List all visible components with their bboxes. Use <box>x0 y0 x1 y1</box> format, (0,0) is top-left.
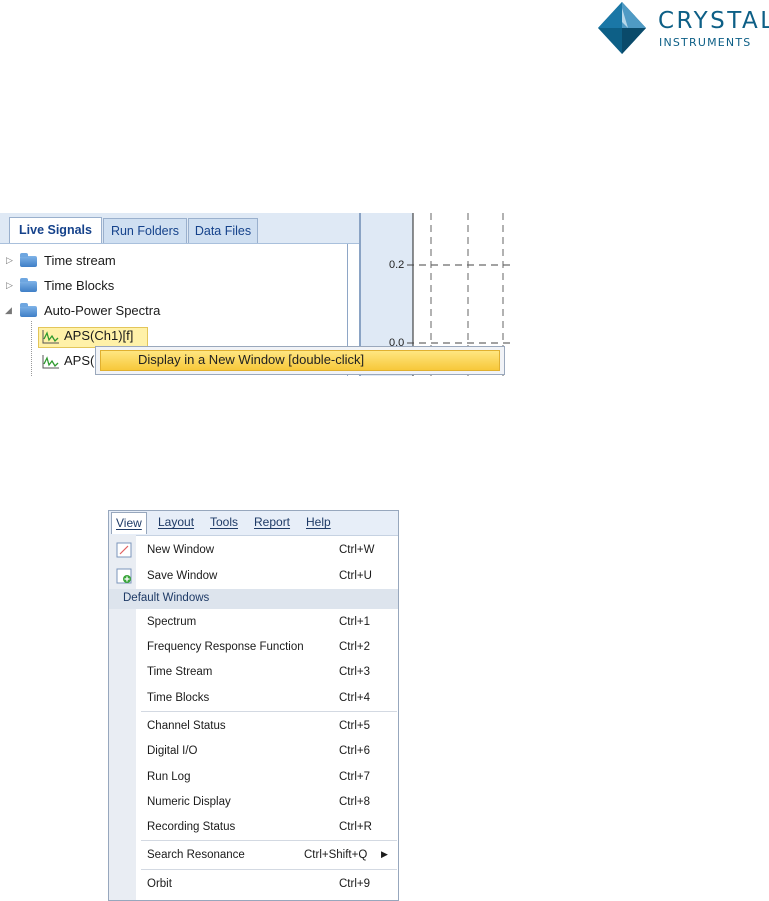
section-header-default-windows: Default Windows <box>109 589 398 609</box>
menu-item-label: New Window <box>147 544 215 556</box>
collapse-icon[interactable]: ◢ <box>5 305 12 316</box>
context-menu: Display in a New Window [double-click] <box>95 346 505 375</box>
menu-item-run-log[interactable]: Run Log Ctrl+7 <box>109 766 398 790</box>
expand-icon[interactable]: ▷ <box>6 280 13 291</box>
menu-item-numeric-display[interactable]: Numeric Display Ctrl+8 <box>109 791 398 815</box>
section-header-label: Default Windows <box>123 592 210 604</box>
menu-separator <box>141 869 397 870</box>
tree-item-time-stream[interactable]: Time stream <box>44 250 116 272</box>
menu-item-recording-status[interactable]: Recording Status Ctrl+R <box>109 816 398 840</box>
menu-item-shortcut: Ctrl+6 <box>339 745 370 757</box>
menu-tools[interactable]: Tools <box>210 515 238 529</box>
menu-item-shortcut: Ctrl+2 <box>339 641 370 653</box>
tree-item-auto-power-spectra[interactable]: Auto-Power Spectra <box>44 300 160 322</box>
menu-item-label: Time Blocks <box>147 692 210 704</box>
save-window-icon <box>116 568 132 584</box>
menu-item-label: Time Stream <box>147 666 213 678</box>
menu-item-new-window[interactable]: New Window Ctrl+W <box>109 539 398 563</box>
logo-word-crystal: CRYSTAL <box>658 8 769 34</box>
menu-item-label: Run Log <box>147 771 191 783</box>
logo-diamond-icon <box>598 2 646 54</box>
menu-item-label: Orbit <box>147 878 172 890</box>
logo-word-instruments: INSTRUMENTS <box>659 36 752 49</box>
menu-item-shortcut: Ctrl+4 <box>339 692 370 704</box>
menu-item-shortcut: Ctrl+7 <box>339 771 370 783</box>
menu-item-label: Spectrum <box>147 616 197 628</box>
spectrum-chart-icon <box>42 330 59 344</box>
tree-item-aps-ch1[interactable]: APS(Ch1)[f] <box>64 325 133 347</box>
menu-item-save-window[interactable]: Save Window Ctrl+U <box>109 565 398 589</box>
folder-icon <box>20 278 37 292</box>
menu-item-search-resonance[interactable]: Search Resonance Ctrl+Shift+Q ▶ <box>109 844 398 868</box>
menu-item-shortcut: Ctrl+1 <box>339 616 370 628</box>
y-tick-label: 0.2 <box>389 259 405 271</box>
menu-item-frequency-response-function[interactable]: Frequency Response Function Ctrl+2 <box>109 636 398 660</box>
expand-icon[interactable]: ▷ <box>6 255 13 266</box>
menu-spacer <box>108 845 399 846</box>
menu-bar: View Layout Tools Report Help <box>109 511 398 536</box>
menu-separator <box>141 711 397 712</box>
menu-item-shortcut: Ctrl+9 <box>339 878 370 890</box>
menu-item-orbit[interactable]: Orbit Ctrl+9 <box>109 873 398 897</box>
menu-item-label: Channel Status <box>147 720 226 732</box>
menu-item-shortcut: Ctrl+R <box>339 821 372 833</box>
menu-item-shortcut: Ctrl+8 <box>339 796 370 808</box>
spectrum-chart-icon <box>42 355 59 369</box>
tab-run-folders[interactable]: Run Folders <box>103 218 187 243</box>
menu-report[interactable]: Report <box>254 515 290 529</box>
menu-item-shortcut: Ctrl+3 <box>339 666 370 678</box>
menu-item-channel-status[interactable]: Channel Status Ctrl+5 <box>109 715 398 739</box>
view-menu-screenshot: View Layout Tools Report Help New Window… <box>108 510 399 901</box>
crystal-instruments-logo: CRYSTAL INSTRUMENTS <box>592 0 769 56</box>
new-window-icon <box>116 542 132 558</box>
tab-live-signals[interactable]: Live Signals <box>9 217 102 243</box>
menu-layout[interactable]: Layout <box>158 515 194 529</box>
menu-separator <box>141 840 397 841</box>
menu-item-time-stream[interactable]: Time Stream Ctrl+3 <box>109 661 398 685</box>
menu-item-shortcut: Ctrl+U <box>339 570 372 582</box>
tree-item-time-blocks[interactable]: Time Blocks <box>44 275 114 297</box>
display-new-window-item[interactable]: Display in a New Window [double-click] <box>138 352 364 367</box>
menu-item-label: Search Resonance <box>147 849 245 861</box>
menu-item-label: Recording Status <box>147 821 236 833</box>
folder-icon <box>20 303 37 317</box>
tree-connector <box>31 321 32 376</box>
tab-strip: Live Signals Run Folders Data Files <box>0 213 360 244</box>
menu-item-shortcut: Ctrl+Shift+Q <box>304 849 368 861</box>
menu-item-digital-io[interactable]: Digital I/O Ctrl+6 <box>109 740 398 764</box>
menu-item-label: Digital I/O <box>147 745 198 757</box>
menu-item-shortcut: Ctrl+W <box>339 544 375 556</box>
tab-data-files[interactable]: Data Files <box>188 218 258 243</box>
menu-item-label: Numeric Display <box>147 796 231 808</box>
menu-item-spectrum[interactable]: Spectrum Ctrl+1 <box>109 611 398 635</box>
tree-item-aps-partial[interactable]: APS( <box>64 350 94 372</box>
menu-item-shortcut: Ctrl+5 <box>339 720 370 732</box>
folder-icon <box>20 253 37 267</box>
menu-help[interactable]: Help <box>306 515 331 529</box>
menu-item-label: Frequency Response Function <box>147 641 304 653</box>
menu-view[interactable]: View <box>111 512 147 534</box>
submenu-arrow-icon: ▶ <box>381 849 388 859</box>
menu-item-time-blocks[interactable]: Time Blocks Ctrl+4 <box>109 687 398 711</box>
signal-tree-screenshot: Live Signals Run Folders Data Files ▷ Ti… <box>0 213 510 376</box>
menu-item-label: Save Window <box>147 570 218 582</box>
